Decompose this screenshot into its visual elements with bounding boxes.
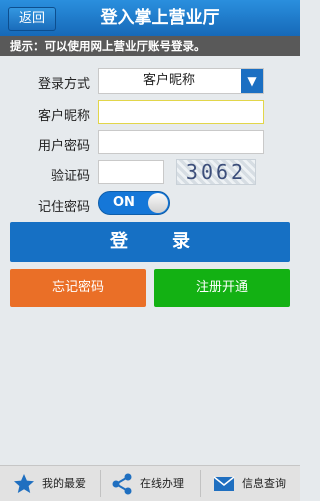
tab-online-service[interactable]: 在线办理 [100,466,200,501]
mail-icon [213,476,235,491]
tab-online-service-label: 在线办理 [140,477,184,490]
tab-info-query-label: 信息查询 [242,477,286,490]
back-button[interactable]: 返回 [8,7,56,31]
tab-info-query[interactable]: 信息查询 [200,466,300,501]
nickname-input[interactable] [98,100,264,124]
tab-favorites-label: 我的最爱 [42,477,86,490]
captcha-label: 验证码 [50,169,90,184]
forgot-password-button[interactable]: 忘记密码 [10,269,146,307]
login-method-value: 客户昵称 [142,73,195,88]
hint-banner: 提示：可以使用网上营业厅账号登录。 [0,36,300,56]
remember-password-label: 记住密码 [37,200,90,215]
header-bar: 返回 登入掌上营业厅 [0,0,300,36]
star-icon [14,474,34,493]
captcha-image[interactable]: 3062 [176,159,256,185]
toggle-knob [148,193,168,213]
captcha-input[interactable] [98,160,164,184]
dropdown-arrow-icon[interactable]: ▼ [241,69,263,93]
login-method-label: 登录方式 [37,77,90,92]
login-button[interactable]: 登录 [10,222,290,262]
bottom-tab-bar: 我的最爱 在线办理 信息查询 [0,465,300,501]
remember-password-toggle[interactable]: ON [98,191,170,215]
login-method-select[interactable]: 客户昵称 ▼ [98,68,264,94]
share-icon [112,473,132,495]
toggle-state-text: ON [113,195,135,210]
password-label: 用户密码 [37,139,90,154]
register-button[interactable]: 注册开通 [154,269,290,307]
page-title: 登入掌上营业厅 [100,8,220,28]
nickname-label: 客户昵称 [37,109,90,124]
password-input[interactable] [98,130,264,154]
tab-favorites[interactable]: 我的最爱 [0,466,100,501]
